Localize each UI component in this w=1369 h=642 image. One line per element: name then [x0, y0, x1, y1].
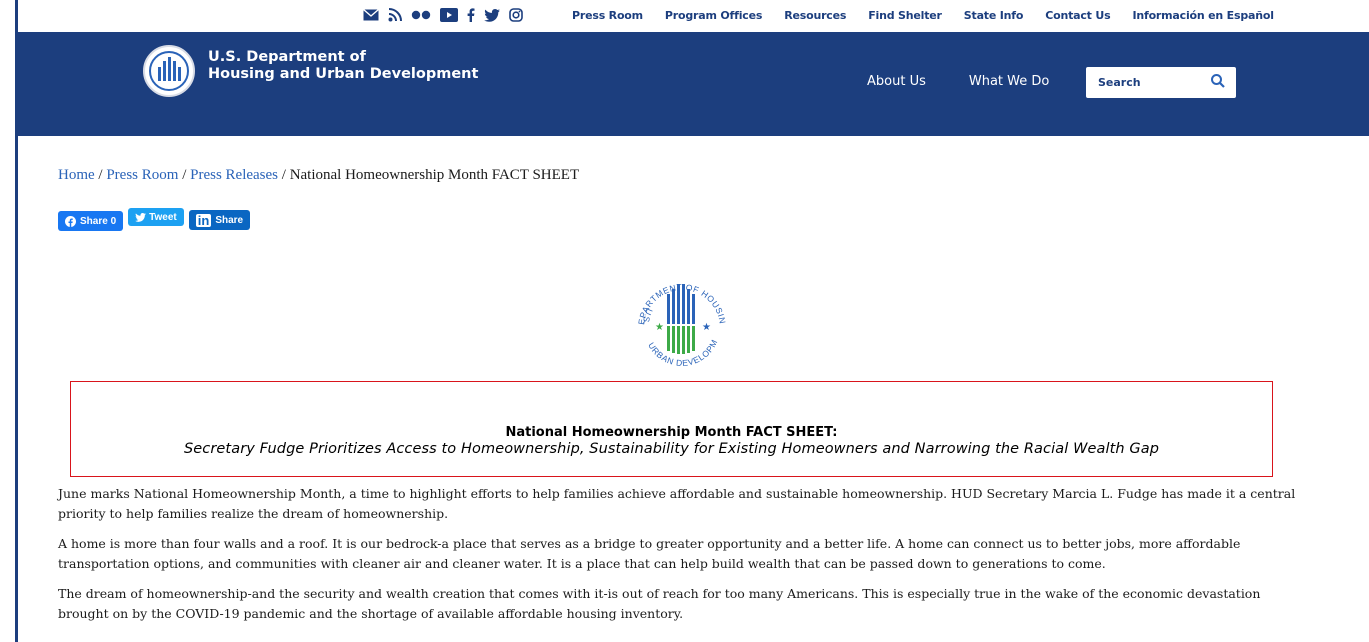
linkedin-share-button[interactable]: in Share: [188, 210, 251, 230]
agency-name-line2: Housing and Urban Development: [208, 66, 479, 82]
breadcrumb-separator: /: [178, 167, 191, 183]
util-link-find-shelter[interactable]: Find Shelter: [868, 9, 942, 22]
youtube-icon[interactable]: [440, 7, 458, 23]
twitter-icon[interactable]: [484, 7, 500, 23]
facebook-icon[interactable]: [467, 7, 475, 23]
seal-star-right-icon: ★: [702, 322, 711, 333]
article-paragraph: June marks National Homeownership Month,…: [58, 486, 1296, 521]
breadcrumb: Home / Press Room / Press Releases / Nat…: [58, 167, 579, 184]
page-frame: Press Room Program Offices Resources Fin…: [15, 0, 1369, 642]
article-paragraph: A home is more than four walls and a roo…: [58, 536, 1241, 571]
linkedin-icon: in: [195, 212, 212, 228]
site-header: U.S. Department of Housing and Urban Dev…: [18, 32, 1369, 136]
fact-sheet-header-box: National Homeownership Month FACT SHEET:…: [70, 381, 1273, 477]
nav-what-we-do[interactable]: What We Do: [969, 74, 1049, 89]
breadcrumb-current: National Homeownership Month FACT SHEET: [289, 167, 580, 183]
tweet-button[interactable]: Tweet: [128, 208, 184, 226]
main-nav: About Us What We Do: [867, 74, 1092, 89]
util-link-press-room[interactable]: Press Room: [572, 9, 643, 22]
fact-sheet-title: National Homeownership Month FACT SHEET:: [505, 425, 838, 440]
util-link-resources[interactable]: Resources: [784, 9, 846, 22]
breadcrumb-press-room[interactable]: Press Room: [106, 167, 178, 183]
utility-bar: Press Room Program Offices Resources Fin…: [18, 0, 1369, 32]
util-link-espanol[interactable]: Información en Español: [1132, 9, 1274, 22]
hud-seal-logo[interactable]: [143, 45, 195, 97]
facebook-share-label: Share 0: [80, 215, 117, 227]
breadcrumb-home[interactable]: Home: [58, 167, 95, 183]
nav-about-us[interactable]: About Us: [867, 74, 926, 89]
agency-name-line1: U.S. Department of: [208, 49, 366, 65]
article-body: June marks National Homeownership Month,…: [58, 484, 1298, 634]
instagram-icon[interactable]: [509, 7, 523, 23]
article-paragraph: The dream of homeownership-and the secur…: [58, 586, 1261, 621]
util-link-contact-us[interactable]: Contact Us: [1045, 9, 1110, 22]
breadcrumb-separator: /: [278, 167, 290, 183]
util-link-program-offices[interactable]: Program Offices: [665, 9, 762, 22]
search-box: [1086, 67, 1236, 98]
tweet-label: Tweet: [149, 211, 177, 223]
twitter-icon: [135, 212, 147, 222]
hud-department-seal: DEPARTMENT OF HOUSING AND URBAN DEVELOPM…: [622, 264, 738, 380]
agency-name[interactable]: U.S. Department of Housing and Urban Dev…: [208, 49, 478, 83]
utility-links: Press Room Program Offices Resources Fin…: [572, 9, 1296, 22]
breadcrumb-press-releases[interactable]: Press Releases: [190, 167, 278, 183]
share-buttons: Share 0 Tweet in Share: [58, 208, 251, 231]
email-icon[interactable]: [363, 7, 379, 23]
fact-sheet-subtitle: Secretary Fudge Prioritizes Access to Ho…: [183, 441, 1160, 457]
rss-icon[interactable]: [388, 7, 402, 23]
seal-star-left-icon: ★: [655, 322, 664, 333]
facebook-share-button[interactable]: Share 0: [58, 211, 124, 231]
search-icon[interactable]: [1210, 73, 1226, 89]
linkedin-share-label: Share: [215, 214, 244, 226]
util-link-state-info[interactable]: State Info: [964, 9, 1024, 22]
flickr-icon[interactable]: [411, 7, 431, 23]
social-links: [363, 7, 523, 23]
hud-seal-inner: [149, 51, 189, 91]
breadcrumb-separator: /: [94, 167, 107, 183]
search-input[interactable]: [1086, 68, 1196, 97]
facebook-icon: [65, 215, 76, 227]
